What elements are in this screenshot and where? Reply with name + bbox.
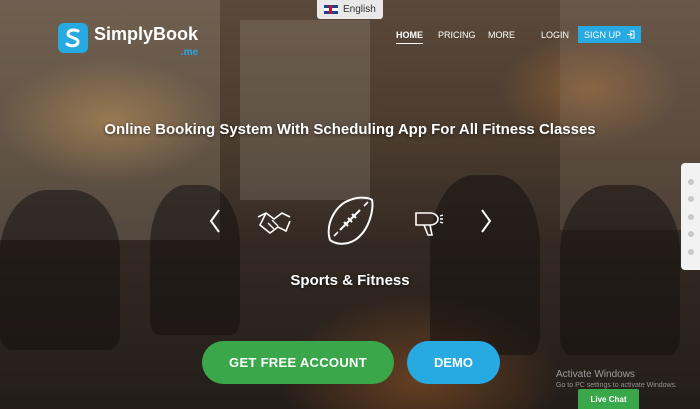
logo[interactable]: SimplyBook .me — [58, 23, 199, 58]
slide-dot[interactable] — [687, 196, 694, 202]
slide-dot[interactable] — [687, 213, 694, 220]
simplybook-logo-icon — [58, 23, 88, 53]
brand-suffix: .me — [180, 47, 199, 58]
language-label: English — [343, 4, 376, 15]
uk-flag-icon — [324, 5, 338, 14]
nav-login[interactable]: LOGIN — [541, 30, 569, 40]
football-icon[interactable] — [320, 190, 380, 250]
activate-windows-subtext: Go to PC settings to activate Windows. — [556, 382, 677, 389]
get-free-account-button[interactable]: GET FREE ACCOUNT — [202, 341, 394, 384]
carousel-prev-arrow[interactable] — [208, 208, 222, 234]
signup-label: SIGN UP — [583, 29, 621, 40]
hero-background: English SimplyBook .me HOME PRICING MORE… — [0, 0, 700, 409]
hair-dryer-icon[interactable] — [414, 208, 444, 236]
signup-button[interactable]: SIGN UP — [578, 26, 641, 43]
slide-dot[interactable] — [687, 231, 694, 237]
demo-button[interactable]: DEMO — [407, 341, 500, 384]
handshake-icon[interactable] — [256, 207, 292, 237]
slide-indicator — [681, 163, 700, 270]
carousel-next-arrow[interactable] — [479, 208, 493, 234]
slide-dot[interactable] — [687, 248, 694, 255]
activate-windows-text: Activate Windows — [556, 369, 635, 380]
login-arrow-icon — [627, 30, 635, 39]
category-label: Sports & Fitness — [290, 272, 410, 289]
language-selector[interactable]: English — [317, 0, 383, 19]
nav-home[interactable]: HOME — [396, 30, 423, 44]
nav-pricing[interactable]: PRICING — [438, 30, 476, 40]
hero-headline: Online Booking System With Scheduling Ap… — [104, 121, 596, 138]
nav-more[interactable]: MORE — [488, 30, 515, 40]
live-chat-button[interactable]: Live Chat — [578, 389, 639, 409]
brand-name: SimplyBook — [94, 24, 199, 44]
slide-dot[interactable] — [687, 178, 694, 185]
